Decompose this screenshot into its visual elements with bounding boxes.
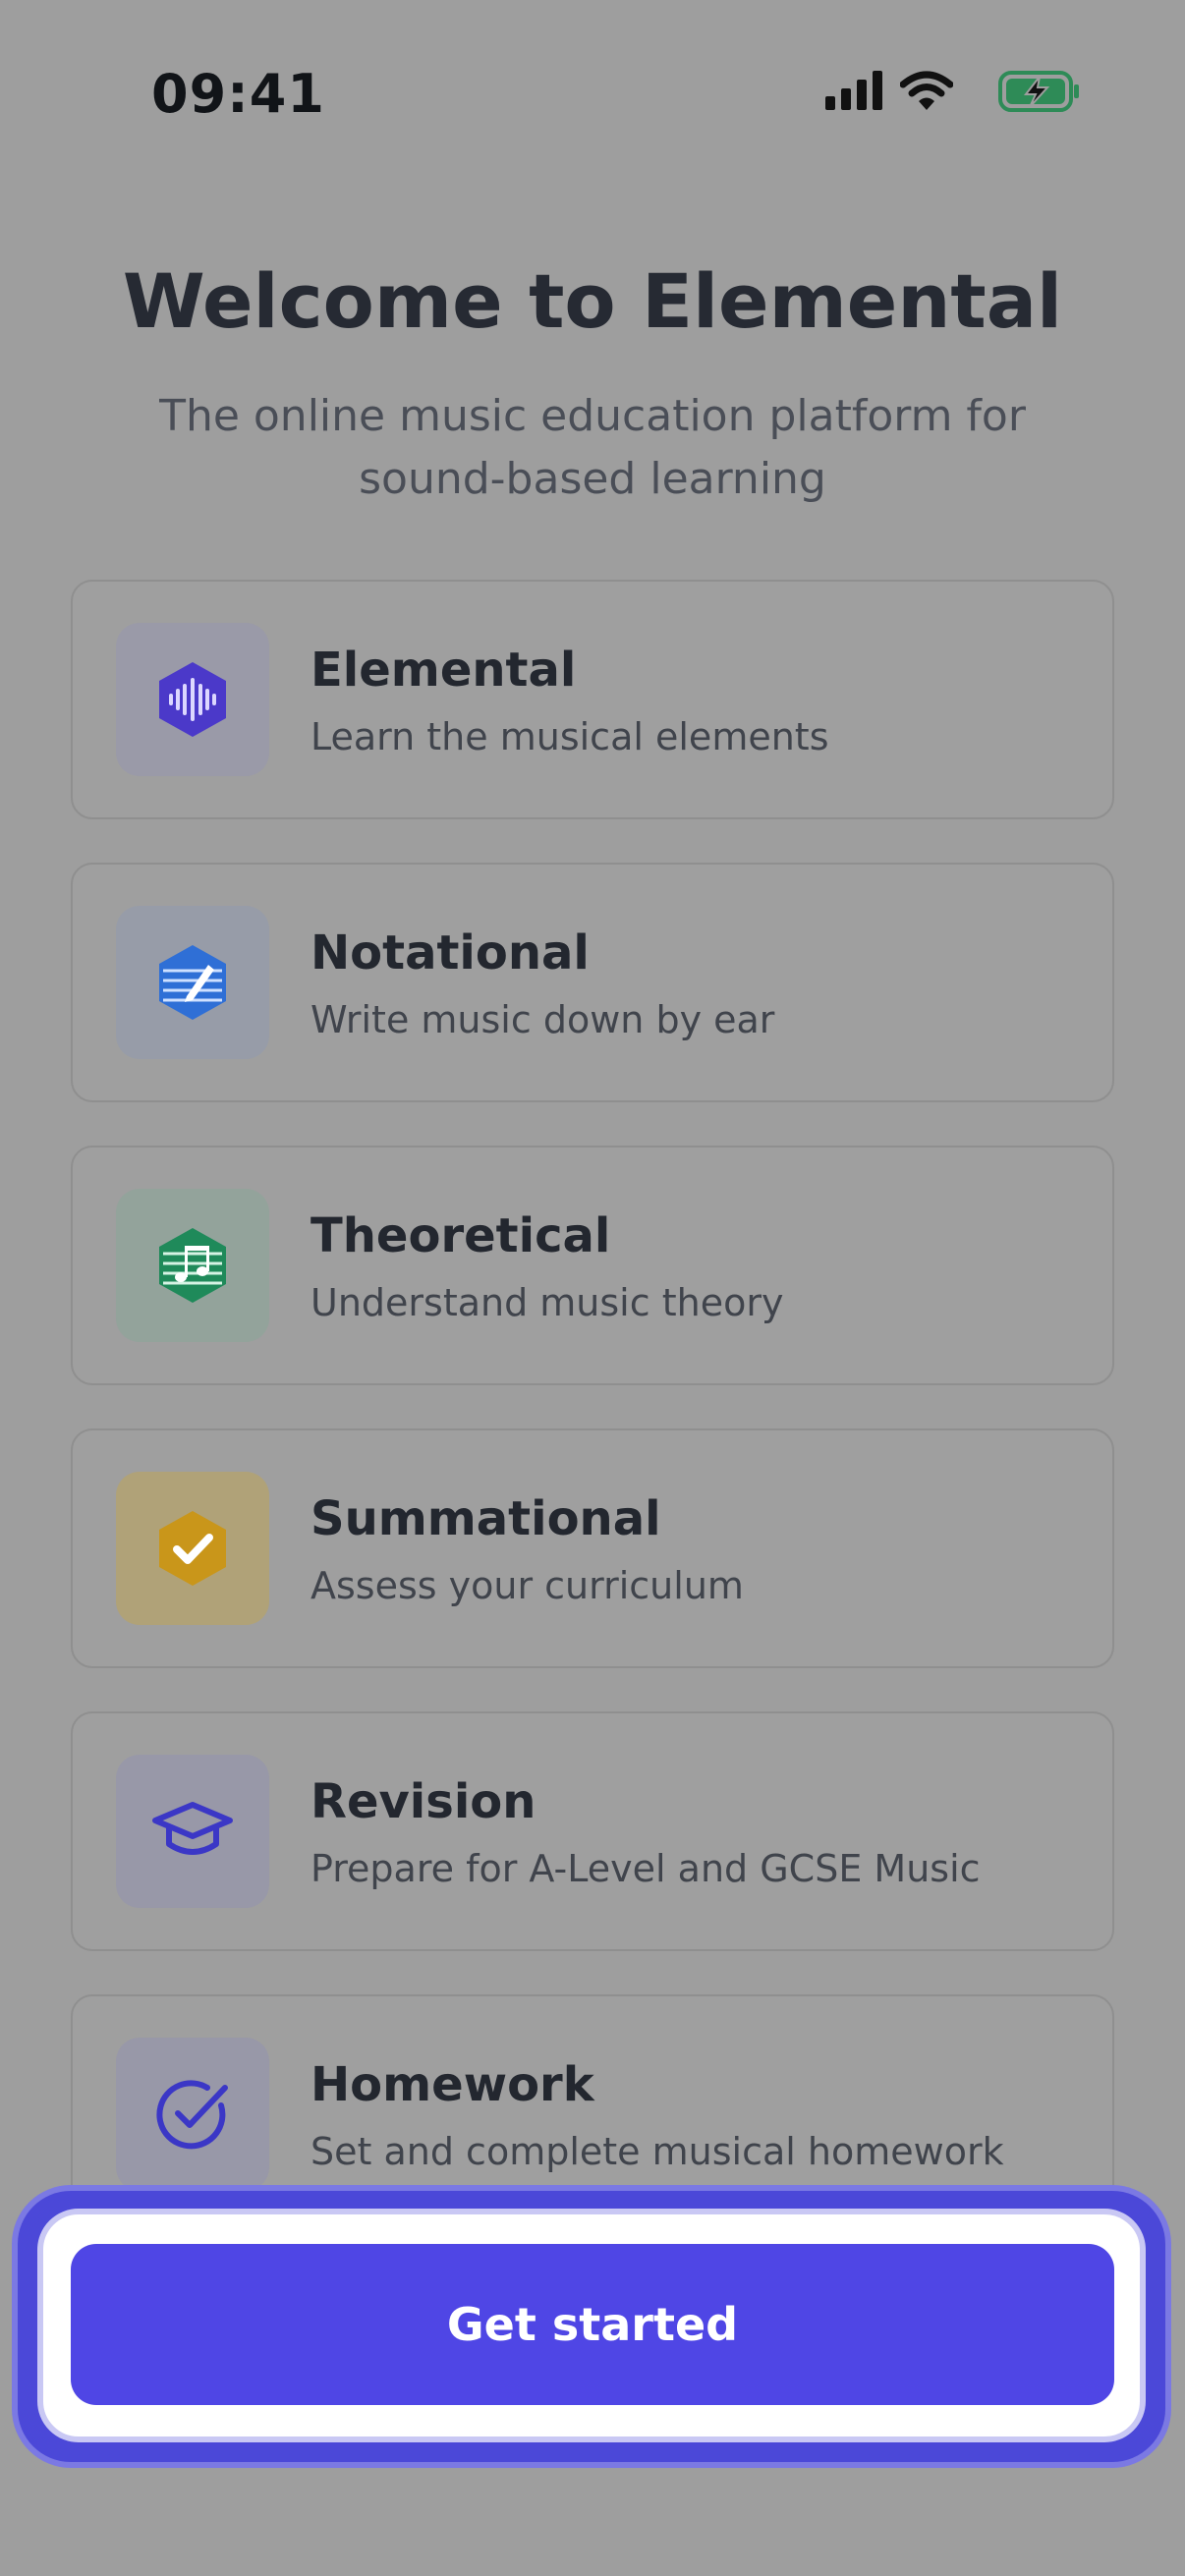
product-card-notational[interactable]: Notational Write music down by ear (71, 863, 1114, 1102)
product-description: Assess your curriculum (310, 1564, 744, 1607)
status-bar: 09:41 (0, 0, 1185, 187)
product-card-theoretical[interactable]: Theoretical Understand music theory (71, 1146, 1114, 1385)
product-title: Revision (310, 1774, 536, 1829)
product-description: Set and complete musical homework (310, 2130, 1004, 2173)
check-hexagon-icon (116, 1472, 269, 1625)
wifi-icon (900, 71, 953, 110)
product-description: Prepare for A-Level and GCSE Music (310, 1847, 981, 1890)
get-started-button[interactable]: Get started (71, 2244, 1114, 2405)
pen-staff-hexagon-icon (116, 906, 269, 1059)
product-title: Notational (310, 925, 590, 980)
product-card-homework[interactable]: Homework Set and complete musical homewo… (71, 1994, 1114, 2186)
waveform-hexagon-icon (116, 623, 269, 776)
product-title: Elemental (310, 643, 577, 698)
product-card-summational[interactable]: Summational Assess your curriculum (71, 1428, 1114, 1668)
music-notes-hexagon-icon (116, 1189, 269, 1342)
status-time: 09:41 (151, 63, 325, 125)
product-description: Write music down by ear (310, 998, 775, 1041)
product-title: Summational (310, 1491, 661, 1546)
product-card-revision[interactable]: Revision Prepare for A-Level and GCSE Mu… (71, 1711, 1114, 1951)
battery-charging-icon (998, 71, 1079, 112)
graduation-cap-icon (116, 1755, 269, 1908)
product-description: Learn the musical elements (310, 715, 829, 758)
product-title: Homework (310, 2057, 594, 2112)
product-title: Theoretical (310, 1208, 611, 1263)
page-title: Welcome to Elemental (122, 257, 1063, 345)
check-circle-icon (116, 2038, 269, 2186)
product-card-elemental[interactable]: Elemental Learn the musical elements (71, 580, 1114, 819)
page-subtitle: The online music education platform for … (159, 391, 1026, 504)
product-list: Elemental Learn the musical elements Not… (71, 580, 1114, 2186)
signal-icon (825, 71, 882, 110)
product-description: Understand music theory (310, 1281, 784, 1324)
